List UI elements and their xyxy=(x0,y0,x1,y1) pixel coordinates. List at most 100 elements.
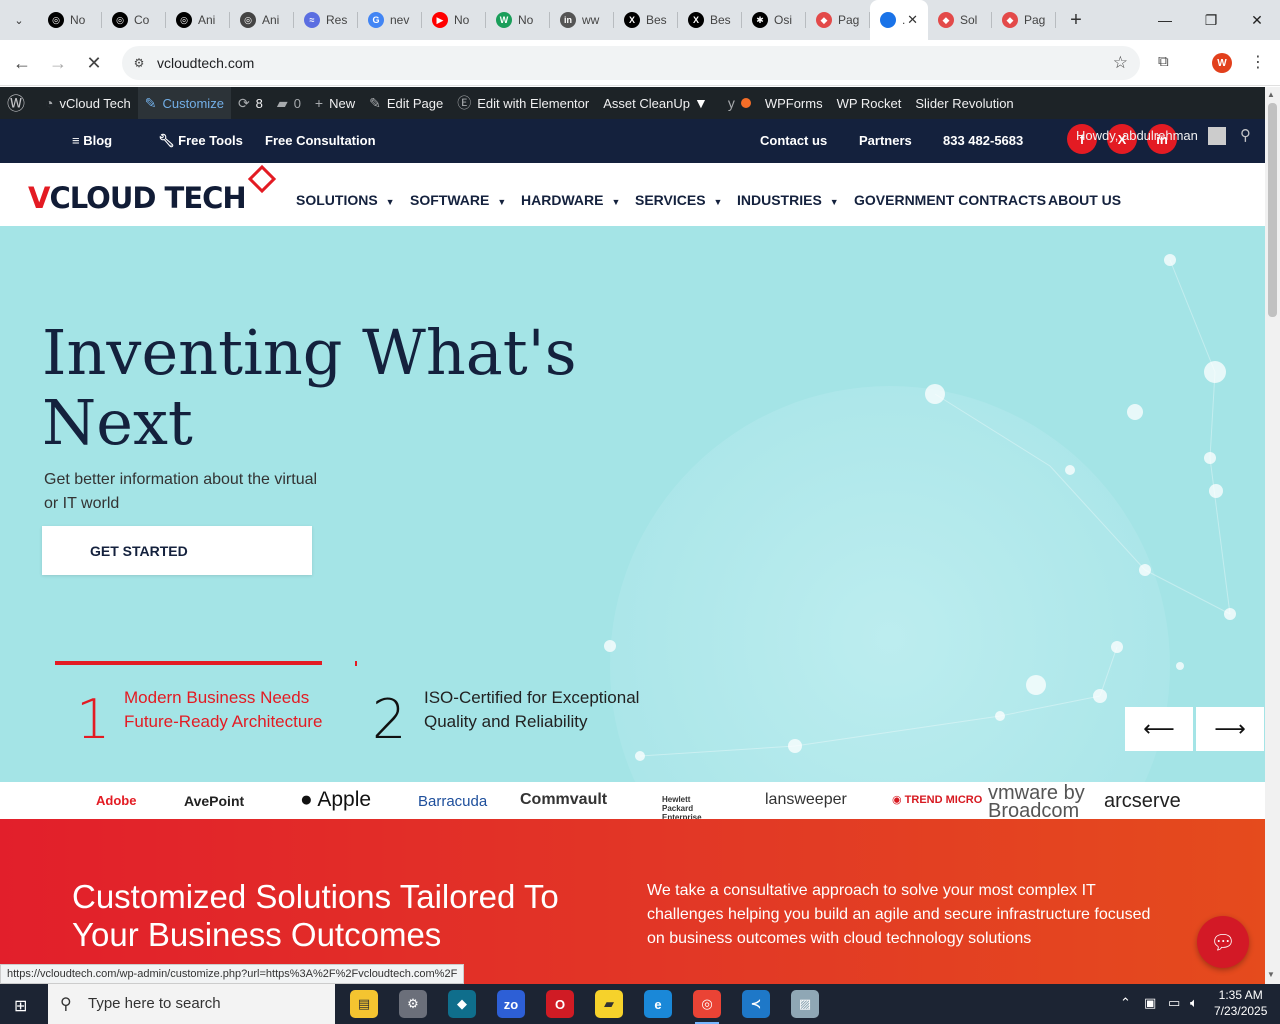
app-tool-icon[interactable]: ⚙ xyxy=(399,990,427,1018)
tab-favicon-icon: in xyxy=(560,12,576,28)
address-bar[interactable]: ⚙ vcloudtech.com ☆ xyxy=(122,46,1140,80)
scroll-down-arrow-icon[interactable]: ▼ xyxy=(1267,970,1275,979)
windows-start-icon[interactable]: ⊞ xyxy=(14,996,27,1016)
browser-tab[interactable]: ◎ Co xyxy=(102,0,166,40)
browser-tab[interactable]: X Bes xyxy=(614,0,678,40)
prev-slide-arrow-icon[interactable]: ⟵ xyxy=(1125,707,1193,751)
taskbar-clock[interactable]: 1:35 AM 7/23/2025 xyxy=(1214,987,1267,1019)
extensions-puzzle-icon[interactable]: ⧉ xyxy=(1158,53,1178,73)
stop-loading-icon[interactable]: ✕ xyxy=(80,49,108,77)
new-tab-plus-icon[interactable]: + xyxy=(1064,8,1088,32)
wp-logo-icon[interactable]: Ⓦ xyxy=(0,87,38,119)
nav-item-solutions[interactable]: SOLUTIONS ▼ xyxy=(296,192,395,208)
search-icon[interactable]: ⚲ xyxy=(1240,126,1251,144)
wp-howdy-user[interactable]: Howdy, abdulrehman xyxy=(1076,128,1198,143)
app-diamond-icon[interactable]: ◆ xyxy=(448,990,476,1018)
caret-down-icon: ▼ xyxy=(611,197,621,207)
site-logo[interactable]: VCLOUD TECH xyxy=(28,181,247,215)
wp-customize[interactable]: ✎ Customize xyxy=(137,87,231,119)
sticky-notes-icon[interactable]: ▰ xyxy=(595,990,623,1018)
nav-item-government-contracts[interactable]: GOVERNMENT CONTRACTS xyxy=(854,192,1046,208)
chrome-icon[interactable]: ◎ xyxy=(693,990,721,1024)
free-tools-link[interactable]: 🔧︎ Free Tools xyxy=(158,133,243,149)
site-info-icon[interactable]: ⚙ xyxy=(130,54,148,72)
wp-wpforms[interactable]: WPForms xyxy=(758,87,830,119)
browser-tab[interactable]: . ✕ xyxy=(870,0,928,40)
free-consultation-link[interactable]: Free Consultation xyxy=(265,133,376,148)
wp-edit-page[interactable]: ✎ Edit Page xyxy=(362,87,450,119)
restore-icon[interactable]: ❐ xyxy=(1188,0,1234,40)
browser-tab[interactable]: ◆ Pag xyxy=(806,0,870,40)
wp-user-avatar[interactable] xyxy=(1208,127,1226,145)
section-title: Customized Solutions Tailored To Your Bu… xyxy=(72,878,559,953)
tray-network-icon[interactable]: ▣ xyxy=(1144,995,1156,1011)
vscode-icon[interactable]: ≺ xyxy=(742,990,770,1018)
wp-updates[interactable]: ⟳ 8 xyxy=(231,87,270,119)
wp-slider-revolution[interactable]: Slider Revolution xyxy=(908,87,1020,119)
browser-tab[interactable]: ◎ Ani xyxy=(230,0,294,40)
browser-tab[interactable]: X Bes xyxy=(678,0,742,40)
nav-item-about-us[interactable]: ABOUT US xyxy=(1048,192,1121,208)
nav-item-hardware[interactable]: HARDWARE ▼ xyxy=(521,192,620,208)
forward-arrow-icon[interactable]: → xyxy=(44,49,72,77)
wp-rocket[interactable]: WP Rocket xyxy=(830,87,909,119)
browser-tab[interactable]: Gnev xyxy=(358,0,422,40)
wp-site-name[interactable]: ◔ vCloud Tech xyxy=(38,87,138,119)
zoom-icon[interactable]: zo xyxy=(497,990,525,1018)
bookmark-star-icon[interactable]: ☆ xyxy=(1113,53,1128,73)
browser-tab[interactable]: ◎ Ani xyxy=(166,0,230,40)
tray-chevron-icon[interactable]: ⌃ xyxy=(1120,995,1131,1011)
next-slide-arrow-icon[interactable]: ⟶ xyxy=(1196,707,1264,751)
scroll-up-arrow-icon[interactable]: ▲ xyxy=(1267,90,1275,99)
url-text[interactable]: vcloudtech.com xyxy=(157,55,254,71)
opera-icon[interactable]: O xyxy=(546,990,574,1018)
tray-wifi-icon[interactable]: ▭ xyxy=(1168,995,1180,1011)
slide-1-text[interactable]: Modern Business Needs Future-Ready Archi… xyxy=(124,686,334,734)
close-window-icon[interactable]: ✕ xyxy=(1234,0,1280,40)
scrollbar-thumb[interactable] xyxy=(1268,103,1277,317)
wp-new[interactable]: + New xyxy=(308,87,362,119)
browser-tab[interactable]: in ww xyxy=(550,0,614,40)
tab-search-chevron-icon[interactable]: ⌄ xyxy=(6,7,32,33)
back-arrow-icon[interactable]: ← xyxy=(8,49,36,77)
nav-item-services[interactable]: SERVICES ▼ xyxy=(635,192,722,208)
wp-comments[interactable]: ▰ 0 xyxy=(270,87,308,119)
file-explorer-icon[interactable]: ▤ xyxy=(350,990,378,1018)
tray-volume-icon[interactable]: 🔈︎ xyxy=(1190,995,1198,1011)
minimize-icon[interactable]: — xyxy=(1142,0,1188,40)
taskbar-search-box[interactable]: ⚲ Type here to search xyxy=(48,984,335,1024)
get-started-button[interactable]: GET STARTED xyxy=(42,526,312,575)
tab-label: Pag xyxy=(838,13,860,27)
wp-asset-cleanup[interactable]: Asset CleanUp ▼ xyxy=(596,87,721,119)
browser-tab[interactable]: ◆ Pag xyxy=(992,0,1056,40)
browser-menu-icon[interactable]: ⋮ xyxy=(1250,52,1266,72)
slide-2-number[interactable]: 2 xyxy=(372,688,406,751)
close-tab-icon[interactable]: ✕ xyxy=(907,12,918,28)
tab-label: No xyxy=(454,13,470,27)
browser-tab[interactable]: ✱ Osi xyxy=(742,0,806,40)
partners-link[interactable]: Partners xyxy=(859,133,912,148)
tab-favicon-icon: ◆ xyxy=(1002,12,1018,28)
blog-link[interactable]: ≡ Blog xyxy=(72,133,112,148)
profile-avatar[interactable]: W xyxy=(1212,53,1232,73)
browser-tab[interactable]: ◎ No xyxy=(38,0,102,40)
tab-list: ◎ No ◎ Co ◎ Ani ◎ Ani ≈ Res Gnev ▶ No W No in ww X Bes X Bes… xyxy=(38,0,1056,40)
tab-favicon-icon xyxy=(880,12,896,28)
slide-1-number[interactable]: 1 xyxy=(76,688,110,751)
app-notebook-icon[interactable]: ▨ xyxy=(791,990,819,1018)
browser-tab[interactable]: W No xyxy=(486,0,550,40)
browser-tab[interactable]: ◆ Sol xyxy=(928,0,992,40)
nav-item-industries[interactable]: INDUSTRIES ▼ xyxy=(737,192,839,208)
edge-icon[interactable]: e xyxy=(644,990,672,1018)
wp-edit-elementor[interactable]: Ⓔ Edit with Elementor xyxy=(450,87,596,119)
nav-item-software[interactable]: SOFTWARE ▼ xyxy=(410,192,506,208)
chat-icon[interactable]: 💬︎ xyxy=(1197,916,1249,968)
contact-link[interactable]: Contact us xyxy=(760,133,827,148)
tab-favicon-icon: W xyxy=(496,12,512,28)
phone-link[interactable]: 833 482-5683 xyxy=(943,133,1023,148)
seo-status-dot xyxy=(740,98,751,108)
wp-yoast[interactable]: y xyxy=(721,87,758,119)
browser-tab[interactable]: ≈ Res xyxy=(294,0,358,40)
slide-2-text[interactable]: ISO-Certified for Exceptional Quality an… xyxy=(424,686,644,734)
browser-tab[interactable]: ▶ No xyxy=(422,0,486,40)
